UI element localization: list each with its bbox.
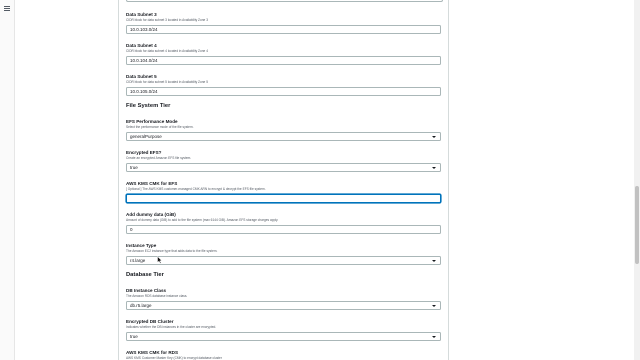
kms-cmk-rds-label: AWS KMS CMK for RDS [126,350,179,355]
subnet5-value: 10.0.105.0/24 [130,89,158,95]
encrypted-db-cluster-value: true [130,334,138,340]
db-instance-class-value: db.r5.large [130,303,152,309]
encrypted-db-cluster-select[interactable]: true [126,332,441,341]
kms-cmk-efs-description: [ Optional ] The AWS KMS customer-manage… [126,187,266,191]
parameters-panel: Data Subnet 3 CIDR block for data subnet… [118,0,449,360]
efs-performance-mode-label: EFS Performance Mode [126,119,178,124]
caret-down-icon [432,259,436,262]
encrypted-db-cluster-label: Encrypted DB Cluster [126,319,174,324]
instance-type-label: Instance Type [126,243,157,248]
subnet5-input[interactable]: 10.0.105.0/24 [126,87,441,96]
file-system-tier-heading: File System Tier [126,103,171,109]
efs-performance-mode-description: Select the performance mode of the file … [126,125,194,129]
subnet4-description: CIDR block for data subnet 4 located in … [126,49,208,53]
mouse-pointer-icon [157,256,163,264]
encrypted-efs-select[interactable]: true [126,163,441,172]
dummy-data-label: Add dummy data (GiB) [126,212,176,217]
hamburger-icon[interactable] [4,6,10,12]
subnet3-input[interactable]: 10.0.103.0/24 [126,25,441,34]
efs-performance-mode-value: generalPurpose [130,134,162,140]
caret-down-icon [432,135,436,138]
caret-down-icon [432,166,436,169]
efs-performance-mode-select[interactable]: generalPurpose [126,132,441,141]
encrypted-db-cluster-description: Indicates whether the DB instances in th… [126,325,217,329]
kms-cmk-efs-label: AWS KMS CMK for EFS [126,181,178,186]
db-instance-class-select[interactable]: db.r5.large [126,301,441,310]
previous-field-input[interactable] [126,0,443,2]
db-instance-class-description: The Amazon RDS database instance class. [126,294,188,298]
subnet4-label: Data Subnet 4 [126,43,157,48]
subnet5-label: Data Subnet 5 [126,74,157,79]
instance-type-select[interactable]: r4.large [126,256,441,265]
caret-down-icon [432,335,436,338]
subnet5-description: CIDR block for data subnet 5 located in … [126,80,208,84]
dummy-data-value: 0 [130,227,133,233]
encrypted-efs-label: Encrypted EFS? [126,150,162,155]
page-scrollbar[interactable] [634,0,640,360]
subnet3-description: CIDR block for data subnet 3 located in … [126,18,208,22]
instance-type-description: The Amazon EC2 instance type that adds d… [126,249,218,253]
db-instance-class-label: DB Instance Class [126,288,167,293]
encrypted-efs-description: Create an encrypted Amazon EFS file syst… [126,156,192,160]
left-sidebar [0,0,15,360]
subnet4-input[interactable]: 10.0.104.0/24 [126,56,441,65]
database-tier-heading: Database Tier [126,272,164,278]
kms-cmk-efs-input[interactable] [126,194,441,203]
kms-cmk-rds-description: AWS KMS Customer Master Key (CMK) to enc… [126,356,222,360]
dummy-data-description: Amount of dummy data (GiB) to add to the… [126,218,279,222]
subnet3-value: 10.0.103.0/24 [130,27,158,33]
subnet4-value: 10.0.104.0/24 [130,58,158,64]
subnet3-label: Data Subnet 3 [126,12,157,17]
encrypted-efs-value: true [130,165,138,171]
caret-down-icon [432,304,436,307]
dummy-data-input[interactable]: 0 [126,225,441,234]
instance-type-value: r4.large [130,258,146,264]
scrollbar-thumb[interactable] [635,186,639,264]
